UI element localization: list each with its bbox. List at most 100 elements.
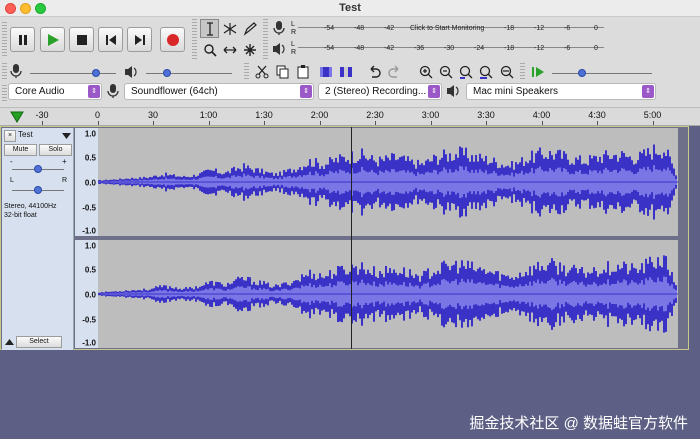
- recording-channels-select[interactable]: 2 (Stereo) Recording... ⇕: [318, 83, 442, 100]
- skip-to-end-button[interactable]: [127, 27, 152, 52]
- record-meter-tick: -48: [354, 25, 365, 32]
- record-volume-thumb[interactable]: [92, 69, 100, 77]
- mixer-grip[interactable]: [2, 63, 7, 81]
- zoom-out-button[interactable]: [436, 62, 455, 81]
- chevron-updown-icon: ⇕: [88, 85, 100, 98]
- play-meter-tick: -24: [474, 45, 485, 52]
- track-close-button[interactable]: ×: [4, 130, 16, 142]
- waveform-right-channel[interactable]: [97, 240, 678, 348]
- timeline-tick: [541, 121, 543, 125]
- play-speed-slider[interactable]: [552, 73, 652, 74]
- undo-button[interactable]: [364, 62, 383, 81]
- ibeam-icon: [206, 21, 213, 36]
- pencil-icon: [243, 21, 257, 36]
- window-title: Test: [339, 2, 361, 14]
- transport-grip[interactable]: [2, 22, 7, 58]
- play-meter-r-label: R: [291, 49, 297, 56]
- redo-button[interactable]: [385, 62, 404, 81]
- zoom-tool[interactable]: [200, 40, 219, 59]
- play-button[interactable]: [40, 27, 65, 52]
- fit-project-button[interactable]: [476, 62, 495, 81]
- gain-thumb[interactable]: [34, 165, 42, 173]
- record-volume-slider[interactable]: [30, 73, 116, 74]
- pause-button[interactable]: [10, 27, 35, 52]
- selection-tool[interactable]: [200, 19, 219, 38]
- audio-host-select[interactable]: Core Audio ⇕: [8, 83, 102, 100]
- record-meter-scale[interactable]: -54 -48 -42 Click to Start Monitoring -1…: [298, 25, 604, 35]
- mute-button[interactable]: Mute: [4, 144, 37, 156]
- paste-button[interactable]: [293, 62, 312, 81]
- amplitude-tick: 0.0: [84, 290, 96, 300]
- waveform-left-channel[interactable]: [97, 128, 678, 236]
- collapse-track-icon[interactable]: [5, 339, 14, 345]
- edit-grip[interactable]: [244, 63, 249, 81]
- multi-tool[interactable]: [240, 40, 259, 59]
- skip-to-start-button[interactable]: [98, 27, 123, 52]
- gain-plus-label: +: [62, 157, 67, 166]
- select-track-button[interactable]: Select: [16, 336, 62, 348]
- timeline-tick: [42, 121, 43, 125]
- meter-grip[interactable]: [263, 19, 268, 61]
- zoom-toggle-button[interactable]: [497, 62, 516, 81]
- amplitude-tick: 0.0: [84, 178, 96, 188]
- skip-start-icon: [105, 34, 116, 45]
- tools-grip[interactable]: [192, 19, 197, 61]
- play-meter-tick: -42: [384, 45, 395, 52]
- stop-button[interactable]: [69, 27, 94, 52]
- click-to-start-monitoring[interactable]: Click to Start Monitoring: [410, 25, 484, 32]
- timeline-tick-label: 5:00: [643, 110, 662, 120]
- track-control-panel[interactable]: × Test Mute Solo - + L R Stereo, 44100Hz…: [2, 128, 74, 350]
- amplitude-tick: -1.0: [82, 226, 96, 236]
- play-meter-tick: -6: [564, 45, 571, 52]
- paste-icon: [297, 64, 308, 78]
- timeline-tick: [97, 121, 99, 125]
- playback-volume-slider[interactable]: [146, 73, 232, 74]
- timeline-tick-label: 2:30: [366, 110, 384, 120]
- timeline-tick-label: 4:30: [588, 110, 606, 120]
- record-icon: [166, 33, 179, 46]
- draw-tool[interactable]: [240, 19, 259, 38]
- microphone-small-icon: [10, 64, 22, 78]
- record-meter-tick: -54: [324, 25, 335, 32]
- record-meter-tick: -12: [534, 25, 545, 32]
- speaker-device-icon: [447, 85, 459, 97]
- scissors-icon: [255, 65, 268, 78]
- skip-end-icon: [134, 34, 145, 45]
- trim-audio-icon: [319, 66, 332, 77]
- playback-device-select[interactable]: Mac mini Speakers ⇕: [466, 83, 656, 100]
- gain-minus-label: -: [10, 157, 13, 166]
- copy-button[interactable]: [273, 62, 292, 81]
- zoom-in-button[interactable]: [416, 62, 435, 81]
- silence-button[interactable]: [336, 62, 355, 81]
- solo-button[interactable]: Solo: [39, 144, 72, 156]
- play-cursor-icon[interactable]: [10, 111, 24, 123]
- trim-button[interactable]: [316, 62, 335, 81]
- chevron-updown-icon: ⇕: [428, 85, 440, 98]
- envelope-tool[interactable]: [220, 19, 239, 38]
- recording-device-select[interactable]: Soundflower (64ch) ⇕: [124, 83, 314, 100]
- time-shift-tool[interactable]: [220, 40, 239, 59]
- timeline-ruler[interactable]: -30 0 30 1:00 1:30 2:00 2:30 3:00 3:30 4:00 4:30 5:…: [0, 107, 700, 126]
- play-meter-tick: -36: [414, 45, 425, 52]
- track-menu-chevron-icon[interactable]: [62, 133, 71, 139]
- play-speed-thumb[interactable]: [578, 69, 586, 77]
- timeline-tick: [652, 121, 654, 125]
- play-meter-tick: -18: [504, 45, 515, 52]
- fit-selection-button[interactable]: [456, 62, 475, 81]
- timeline-tick-label: 2:00: [310, 110, 329, 120]
- toolbar-area: L R -54 -48 -42 Click to Start Monitorin…: [0, 17, 700, 107]
- play-at-speed-button[interactable]: [528, 62, 547, 81]
- timeline-tick: [486, 121, 487, 125]
- zoom-selection-icon: [459, 65, 472, 79]
- track-name[interactable]: Test: [18, 130, 33, 139]
- record-button[interactable]: [160, 27, 185, 52]
- pan-thumb[interactable]: [34, 186, 42, 194]
- recording-device-value: Soundflower (64ch): [131, 86, 218, 97]
- play-at-speed-grip[interactable]: [520, 63, 525, 81]
- amplitude-tick: -0.5: [82, 315, 96, 325]
- cut-button[interactable]: [252, 62, 271, 81]
- zoom-fit-icon: [479, 65, 492, 79]
- playback-volume-thumb[interactable]: [163, 69, 171, 77]
- audio-track[interactable]: × Test Mute Solo - + L R Stereo, 44100Hz…: [0, 126, 689, 350]
- device-grip[interactable]: [2, 85, 7, 102]
